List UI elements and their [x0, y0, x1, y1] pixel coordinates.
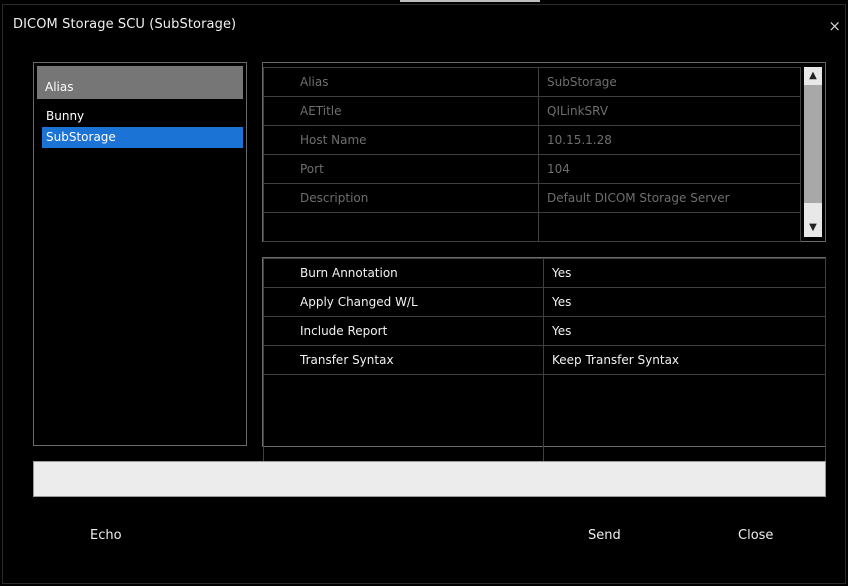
- field-value: Default DICOM Storage Server: [538, 183, 801, 213]
- table-row[interactable]: Include Report Yes: [263, 316, 826, 346]
- setting-value[interactable]: Yes: [543, 316, 826, 346]
- window-top-accent: [400, 0, 540, 2]
- setting-label: Include Report: [263, 316, 544, 346]
- close-button[interactable]: Close: [738, 528, 773, 543]
- settings-table: Burn Annotation Yes Apply Changed W/L Ye…: [263, 258, 826, 477]
- alias-item-substorage[interactable]: SubStorage: [42, 127, 243, 148]
- field-value: 10.15.1.28: [538, 125, 801, 155]
- server-info-table: Alias SubStorage AETitle QILinkSRV Host …: [263, 67, 801, 242]
- field-label: Host Name: [263, 125, 539, 155]
- table-row: Alias SubStorage: [263, 67, 801, 97]
- send-button[interactable]: Send: [588, 528, 621, 543]
- table-row: AETitle QILinkSRV: [263, 96, 801, 126]
- field-value: [538, 212, 801, 242]
- setting-value[interactable]: Yes: [543, 287, 826, 317]
- table-row[interactable]: Apply Changed W/L Yes: [263, 287, 826, 317]
- field-label: Port: [263, 154, 539, 184]
- alias-item-bunny[interactable]: Bunny: [42, 106, 243, 127]
- scroll-thumb[interactable]: [804, 85, 822, 203]
- info-scrollbar[interactable]: ▲ ▼: [802, 65, 824, 239]
- echo-button[interactable]: Echo: [90, 528, 122, 543]
- field-label: Description: [263, 183, 539, 213]
- setting-label: Burn Annotation: [263, 258, 544, 288]
- field-value: 104: [538, 154, 801, 184]
- setting-value[interactable]: Keep Transfer Syntax: [543, 345, 826, 375]
- setting-value[interactable]: Yes: [543, 258, 826, 288]
- settings-grid: Burn Annotation Yes Apply Changed W/L Ye…: [262, 257, 826, 477]
- setting-label: Transfer Syntax: [263, 345, 544, 375]
- table-row: Description Default DICOM Storage Server: [263, 183, 801, 213]
- scroll-down-icon[interactable]: ▼: [804, 219, 822, 237]
- scroll-up-icon[interactable]: ▲: [804, 67, 822, 85]
- table-row[interactable]: Transfer Syntax Keep Transfer Syntax: [263, 345, 826, 375]
- scroll-track[interactable]: [804, 203, 822, 219]
- setting-label: Apply Changed W/L: [263, 287, 544, 317]
- table-row: Host Name 10.15.1.28: [263, 125, 801, 155]
- field-label: [263, 212, 539, 242]
- table-row[interactable]: Burn Annotation Yes: [263, 258, 826, 288]
- field-value: QILinkSRV: [538, 96, 801, 126]
- table-row: [263, 212, 801, 242]
- field-label: Alias: [263, 67, 539, 97]
- status-progress-bar: [33, 461, 826, 497]
- table-row: Port 104: [263, 154, 801, 184]
- dialog-title: DICOM Storage SCU (SubStorage): [13, 17, 237, 32]
- alias-list: Alias Bunny SubStorage: [33, 62, 247, 446]
- alias-list-header: Alias: [37, 66, 243, 99]
- field-label: AETitle: [263, 96, 539, 126]
- close-icon[interactable]: ×: [828, 19, 841, 34]
- server-info-grid: Alias SubStorage AETitle QILinkSRV Host …: [262, 62, 826, 242]
- field-value: SubStorage: [538, 67, 801, 97]
